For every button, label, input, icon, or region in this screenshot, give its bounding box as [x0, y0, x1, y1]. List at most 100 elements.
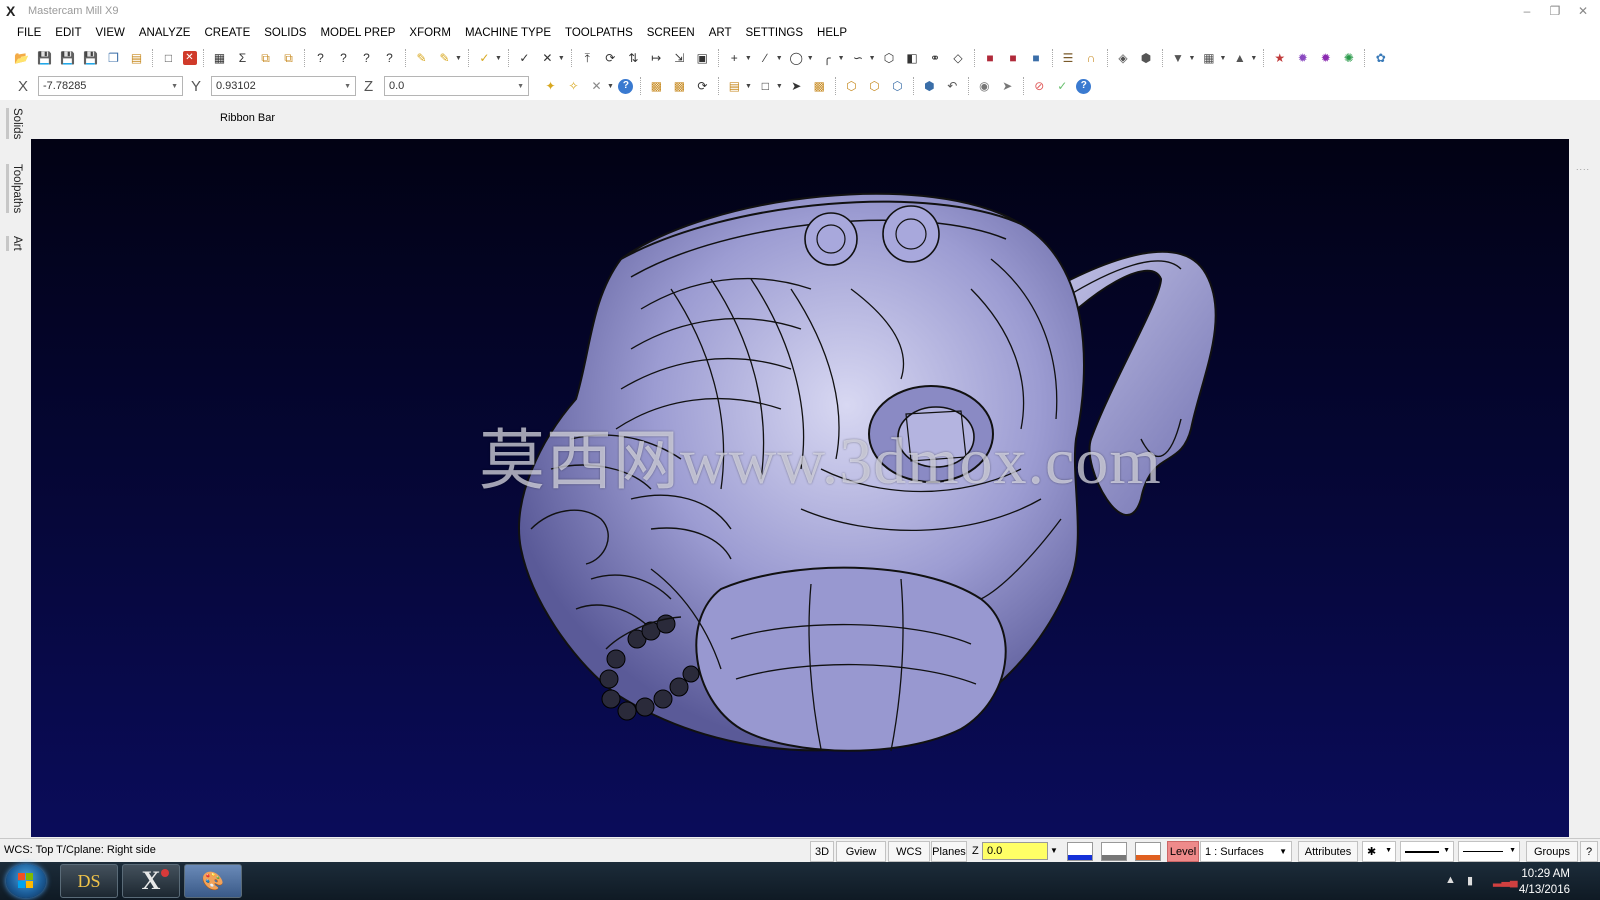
- window-select-icon[interactable]: □: [756, 77, 774, 95]
- menu-machine-type[interactable]: MACHINE TYPE: [458, 22, 558, 44]
- chevron-down-icon[interactable]: ▼: [1385, 847, 1392, 854]
- fast-point-icon[interactable]: ✦: [542, 77, 560, 95]
- chevron-down-icon[interactable]: ▼: [344, 83, 351, 90]
- chevron-down-icon[interactable]: ▼: [1509, 847, 1516, 854]
- surface-rough-icon[interactable]: ⬢: [1137, 49, 1155, 67]
- chevron-down-icon[interactable]: ▼: [745, 83, 752, 90]
- graphics-viewport[interactable]: 莫西网www.3dmox.com: [31, 139, 1569, 837]
- chevron-down-icon[interactable]: ▼: [1189, 55, 1196, 62]
- arch-icon[interactable]: ∩: [1082, 49, 1100, 67]
- y-coordinate-field[interactable]: ▼: [211, 76, 356, 96]
- copy-icon[interactable]: ⧉: [257, 49, 275, 67]
- trim-icon[interactable]: ✓: [515, 49, 533, 67]
- merge-icon[interactable]: ▤: [128, 49, 146, 67]
- solid-revolve-icon[interactable]: ■: [1004, 49, 1022, 67]
- open-file-icon[interactable]: 📂: [13, 49, 31, 67]
- mill-3d-icon[interactable]: ▦: [1200, 49, 1218, 67]
- taskbar-ds-app[interactable]: DS: [60, 864, 118, 898]
- brush-icon[interactable]: ✓: [475, 49, 493, 67]
- analyze-angle-icon[interactable]: ?: [381, 49, 399, 67]
- drill-icon[interactable]: ▲: [1231, 49, 1249, 67]
- selection-mode-icon[interactable]: ▤: [725, 77, 743, 95]
- line-style-select[interactable]: ▼: [1400, 841, 1454, 862]
- tab-art[interactable]: Art: [6, 236, 23, 251]
- menu-file[interactable]: FILE: [10, 22, 48, 44]
- menu-analyze[interactable]: ANALYZE: [132, 22, 198, 44]
- chevron-down-icon[interactable]: ▼: [1443, 847, 1450, 854]
- delete-icon[interactable]: ✕: [182, 51, 197, 65]
- chevron-down-icon[interactable]: ▼: [869, 55, 876, 62]
- analyze-entity-icon[interactable]: ?: [312, 49, 330, 67]
- wizard-icon[interactable]: ✿: [1372, 49, 1390, 67]
- attributes-button[interactable]: Attributes: [1298, 841, 1358, 862]
- post-icon[interactable]: ✺: [1340, 49, 1358, 67]
- chevron-down-icon[interactable]: ▼: [455, 55, 462, 62]
- help-button[interactable]: ?: [1580, 841, 1598, 862]
- solid-edge-icon[interactable]: ⬡: [865, 77, 883, 95]
- menu-xform[interactable]: XFORM: [402, 22, 458, 44]
- taskbar-mastercam-app[interactable]: X: [122, 864, 180, 898]
- level-button[interactable]: Level: [1167, 841, 1199, 862]
- menu-view[interactable]: VIEW: [89, 22, 132, 44]
- chevron-down-icon[interactable]: ▼: [517, 83, 524, 90]
- circle-icon[interactable]: ◯: [787, 49, 805, 67]
- network-icon[interactable]: ▂▃▄: [1493, 874, 1518, 887]
- help-icon[interactable]: ?: [1076, 78, 1092, 94]
- chevron-down-icon[interactable]: ▼: [745, 55, 752, 62]
- backplot-icon[interactable]: ★: [1271, 49, 1289, 67]
- line-icon[interactable]: ∕: [756, 49, 774, 67]
- save-some-icon[interactable]: 💾: [82, 49, 100, 67]
- chevron-down-icon[interactable]: ▼: [776, 55, 783, 62]
- color-swatch-icon[interactable]: [1067, 842, 1093, 861]
- copy-file-icon[interactable]: ❐: [105, 49, 123, 67]
- xform-scale-icon[interactable]: ▣: [693, 49, 711, 67]
- planes-button[interactable]: Planes: [931, 841, 967, 862]
- select-all-icon[interactable]: ▩: [647, 77, 665, 95]
- solid-face-icon[interactable]: ⬡: [842, 77, 860, 95]
- chevron-down-icon[interactable]: ▼: [807, 55, 814, 62]
- chevron-down-icon[interactable]: ▼: [1279, 847, 1287, 856]
- gview-button[interactable]: Gview: [836, 841, 886, 862]
- multi-pencil-icon[interactable]: ✎: [436, 49, 454, 67]
- menu-solids[interactable]: SOLIDS: [257, 22, 313, 44]
- undo-selection-icon[interactable]: ↶: [943, 77, 961, 95]
- chevron-down-icon[interactable]: ▼: [1219, 55, 1226, 62]
- pencil-icon[interactable]: ✎: [413, 49, 431, 67]
- point-style-select[interactable]: ✱ ▼: [1362, 841, 1396, 862]
- menu-art[interactable]: ART: [702, 22, 739, 44]
- y-coordinate-input[interactable]: [216, 80, 336, 92]
- restore-button[interactable]: ❐: [1548, 4, 1562, 18]
- solid-sweep-icon[interactable]: ■: [1027, 49, 1045, 67]
- menu-screen[interactable]: SCREEN: [640, 22, 702, 44]
- help-icon[interactable]: ?: [618, 78, 634, 94]
- fillet-icon[interactable]: ╭: [818, 49, 836, 67]
- line-width-select[interactable]: ▼: [1458, 841, 1520, 862]
- menu-edit[interactable]: EDIT: [48, 22, 88, 44]
- level-select[interactable]: 1 : Surfaces ▼: [1200, 841, 1292, 862]
- minimize-button[interactable]: –: [1520, 4, 1534, 18]
- tab-toolpaths[interactable]: Toolpaths: [6, 164, 23, 214]
- stock-icon[interactable]: ☰: [1059, 49, 1077, 67]
- z-coordinate-input[interactable]: [389, 80, 509, 92]
- xform-translate-icon[interactable]: ⤒: [578, 49, 596, 67]
- no-icon[interactable]: ⊘: [1030, 77, 1048, 95]
- chevron-down-icon[interactable]: ▼: [1250, 55, 1257, 62]
- menu-model-prep[interactable]: MODEL PREP: [313, 22, 402, 44]
- select-only-icon[interactable]: ▩: [670, 77, 688, 95]
- chevron-down-icon[interactable]: ▼: [776, 83, 783, 90]
- save-as-icon[interactable]: 💾: [59, 49, 77, 67]
- save-icon[interactable]: 💾: [36, 49, 54, 67]
- verify-icon[interactable]: ✹: [1294, 49, 1312, 67]
- analyze-position-icon[interactable]: ?: [335, 49, 353, 67]
- select-last-icon[interactable]: ➤: [998, 77, 1016, 95]
- close-button[interactable]: ✕: [1576, 4, 1590, 18]
- panel-grip[interactable]: ....: [1576, 162, 1590, 172]
- paste-icon[interactable]: ⧉: [280, 49, 298, 67]
- chevron-down-icon[interactable]: ▼: [171, 83, 178, 90]
- xform-rotate-icon[interactable]: ⟳: [601, 49, 619, 67]
- z-coordinate-field[interactable]: ▼: [384, 76, 529, 96]
- solid-color-icon[interactable]: [1135, 842, 1161, 861]
- swap-selection-icon[interactable]: ⟳: [693, 77, 711, 95]
- menu-settings[interactable]: SETTINGS: [739, 22, 811, 44]
- chevron-down-icon[interactable]: ▼: [607, 83, 614, 90]
